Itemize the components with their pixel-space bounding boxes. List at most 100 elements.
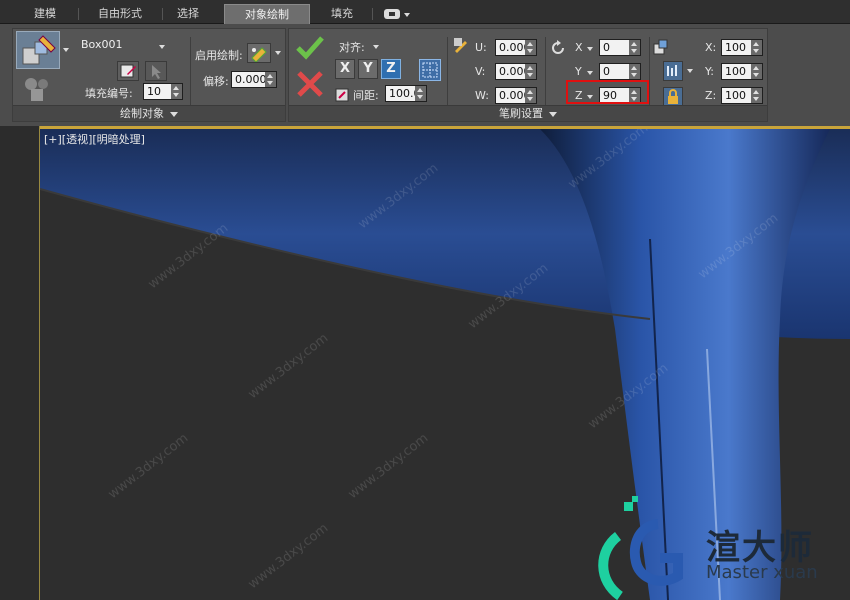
u-label: U: <box>475 41 487 54</box>
w-label: W: <box>475 89 489 102</box>
enable-paint-label: 启用绘制: <box>195 49 243 62</box>
spinner-arrows-icon[interactable] <box>525 64 536 79</box>
spinner-arrows-icon[interactable] <box>751 64 762 79</box>
left-toolbar-strip <box>0 126 40 600</box>
paint-objects-footer-label: 绘制对象 <box>120 107 164 120</box>
scale-mode-dropdown-icon[interactable] <box>687 69 693 73</box>
brand-name-en: Master xuan <box>706 562 818 583</box>
tab-freeform[interactable]: 自由形式 <box>80 4 160 24</box>
tab-separator <box>162 8 163 20</box>
edit-list-icon[interactable] <box>117 61 139 81</box>
spinner-arrows-icon[interactable] <box>415 86 426 101</box>
spinner-arrows-icon[interactable] <box>629 40 640 55</box>
rotate-y-value[interactable]: 0 <box>600 64 629 79</box>
offset-label: 偏移: <box>203 75 229 88</box>
pick-object-icon[interactable] <box>145 61 167 81</box>
viewport-label[interactable]: [+][透视][明暗处理] <box>44 131 145 147</box>
object-cluster-icon[interactable] <box>21 75 53 103</box>
w-spinner[interactable]: 0.000 <box>495 87 537 104</box>
spinner-arrows-icon[interactable] <box>265 72 276 87</box>
brush-settings-footer-label: 笔刷设置 <box>499 107 543 120</box>
scale-icon <box>653 39 669 55</box>
scale-y-label: Y: <box>705 65 714 78</box>
tab-separator <box>372 8 373 20</box>
cancel-cross-icon[interactable] <box>295 69 325 99</box>
brush-settings-panel: 对齐: X Y Z 间距: 100.0 U: 0.000 <box>288 28 768 122</box>
spacing-icon <box>335 87 349 102</box>
fill-number-value[interactable]: 10 <box>144 84 171 99</box>
spacing-label: 间距: <box>353 89 379 102</box>
paint-objects-panel-footer[interactable]: 绘制对象 <box>13 105 285 121</box>
panel-divider <box>545 37 546 105</box>
ribbon-panel: Box001 填充编号: 10 启用绘制: 偏移: 0.000 绘制对象 对齐:… <box>0 24 850 126</box>
align-y-button[interactable]: Y <box>358 59 378 79</box>
rotate-y-label: Y <box>575 65 582 78</box>
tab-selection[interactable]: 选择 <box>164 4 212 24</box>
v-spinner[interactable]: 0.000 <box>495 63 537 80</box>
rotate-z-highlight-box <box>566 80 649 104</box>
v-value[interactable]: 0.000 <box>496 64 525 79</box>
scale-z-value[interactable]: 100 <box>722 88 751 103</box>
offset-value[interactable]: 0.000 <box>232 72 265 87</box>
offset-uvw-icon <box>453 37 469 53</box>
paint-objects-panel: Box001 填充编号: 10 启用绘制: 偏移: 0.000 绘制对象 <box>12 28 286 122</box>
u-value[interactable]: 0.000 <box>496 40 525 55</box>
spinner-arrows-icon[interactable] <box>629 64 640 79</box>
ribbon-options-dropdown-icon[interactable] <box>404 13 410 17</box>
enable-paint-icon[interactable] <box>247 43 271 63</box>
rotate-y-spinner[interactable]: 0 <box>599 63 641 80</box>
panel-divider <box>649 37 650 105</box>
rotate-x-value[interactable]: 0 <box>600 40 629 55</box>
offset-spinner[interactable]: 0.000 <box>231 71 277 88</box>
w-value[interactable]: 0.000 <box>496 88 525 103</box>
spacing-spinner[interactable]: 100.0 <box>385 85 427 102</box>
paint-object-name[interactable]: Box001 <box>81 38 122 51</box>
tab-object-paint[interactable]: 对象绘制 <box>224 4 310 24</box>
rotate-icon <box>549 39 567 57</box>
align-grid-icon[interactable] <box>419 59 441 81</box>
panel-expand-icon[interactable] <box>170 111 178 117</box>
paint-objects-icon[interactable] <box>16 31 60 69</box>
scale-x-label: X: <box>705 41 717 54</box>
scale-x-spinner[interactable]: 100 <box>721 39 763 56</box>
paint-objects-dropdown-icon[interactable] <box>63 48 69 52</box>
spacing-value[interactable]: 100.0 <box>386 86 415 101</box>
brush-settings-panel-footer[interactable]: 笔刷设置 <box>289 105 767 121</box>
align-dropdown-icon[interactable] <box>373 45 379 49</box>
tab-separator <box>78 8 79 20</box>
scale-z-spinner[interactable]: 100 <box>721 87 763 104</box>
rotate-y-dropdown-icon[interactable] <box>587 71 593 75</box>
scale-y-spinner[interactable]: 100 <box>721 63 763 80</box>
panel-expand-icon[interactable] <box>549 111 557 117</box>
panel-divider <box>447 37 448 105</box>
ribbon-tab-bar: 建模 自由形式 选择 对象绘制 填充 <box>0 0 850 24</box>
brand-logo-icon <box>596 496 706 600</box>
enable-paint-dropdown-icon[interactable] <box>275 51 281 55</box>
rotate-x-dropdown-icon[interactable] <box>587 47 593 51</box>
rotate-x-spinner[interactable]: 0 <box>599 39 641 56</box>
tab-modeling[interactable]: 建模 <box>14 4 76 24</box>
spinner-arrows-icon[interactable] <box>525 40 536 55</box>
commit-checkmark-icon[interactable] <box>295 33 325 61</box>
panel-divider <box>190 37 191 105</box>
scale-x-value[interactable]: 100 <box>722 40 751 55</box>
spinner-arrows-icon[interactable] <box>525 88 536 103</box>
fill-number-spinner[interactable]: 10 <box>143 83 183 100</box>
scale-lock-icon[interactable] <box>663 87 683 107</box>
scale-mode-icon[interactable] <box>663 61 683 81</box>
v-label: V: <box>475 65 486 78</box>
spinner-arrows-icon[interactable] <box>171 84 182 99</box>
ribbon-options-icon[interactable] <box>384 9 400 19</box>
spinner-arrows-icon[interactable] <box>751 88 762 103</box>
u-spinner[interactable]: 0.000 <box>495 39 537 56</box>
fill-number-label: 填充编号: <box>85 87 133 100</box>
scale-z-label: Z: <box>705 89 717 102</box>
object-list-dropdown-icon[interactable] <box>159 45 165 49</box>
spinner-arrows-icon[interactable] <box>751 40 762 55</box>
align-z-button[interactable]: Z <box>381 59 401 79</box>
rotate-x-label: X <box>575 41 583 54</box>
scale-y-value[interactable]: 100 <box>722 64 751 79</box>
tab-populate[interactable]: 填充 <box>318 4 366 24</box>
align-x-button[interactable]: X <box>335 59 355 79</box>
align-label: 对齐: <box>339 41 365 54</box>
